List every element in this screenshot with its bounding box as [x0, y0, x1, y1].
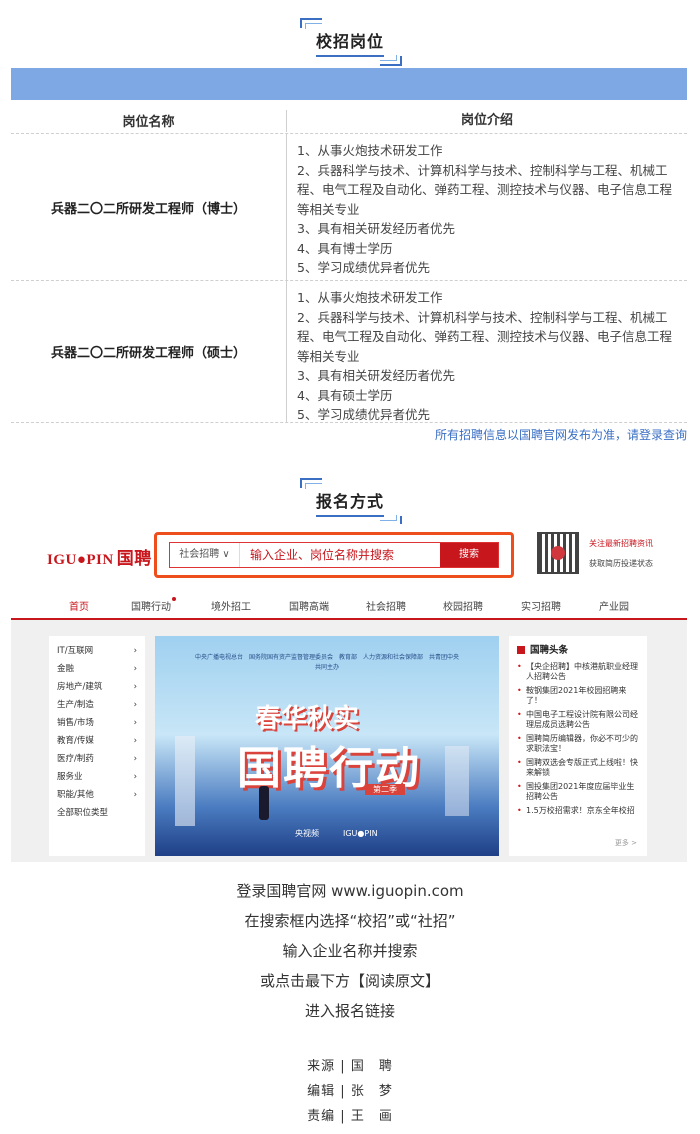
position-name: 兵器二〇二所研发工程师（硕士） [50, 346, 246, 361]
nav-campus[interactable]: 校园招聘 [443, 598, 483, 613]
news-item[interactable]: 中国电子工程设计院有限公司经理层成员选聘公告 [517, 710, 639, 730]
instruction-line: 或点击最下方【阅读原文】 [259, 972, 440, 990]
search-input[interactable]: 输入企业、岗位名称并搜索 [250, 543, 394, 567]
credit-editor: 编辑 | 张 梦 [307, 1084, 393, 1099]
desc-line: 3、具有相关研发经历者优先 [297, 368, 455, 383]
news-item[interactable]: 国聘简历编辑器，你必不可少的求职法宝！ [517, 734, 639, 754]
position-description: 1、从事火炮技术研发工作 2、兵器科学与技术、计算机科学与技术、控制科学与工程、… [286, 134, 687, 280]
credit-chief-editor: 责编 | 王 画 [307, 1109, 393, 1124]
chevron-right-icon: › [133, 700, 137, 710]
news-more-link[interactable]: 更多 > [615, 838, 637, 848]
chevron-right-icon: › [133, 718, 137, 728]
position-name: 兵器二〇二所研发工程师（博士） [50, 201, 246, 217]
news-icon [517, 646, 525, 654]
category-item[interactable]: 服务业 › [57, 768, 137, 786]
chevron-right-icon: › [133, 790, 137, 800]
desc-line: 1、从事火炮技术研发工作 [297, 143, 443, 158]
nav-home[interactable]: 首页 [69, 598, 89, 613]
category-item[interactable]: 生产/制造 › [57, 696, 137, 714]
category-item[interactable]: 销售/市场 › [57, 714, 137, 732]
instruction-line: 进入报名链接 [304, 1002, 395, 1020]
positions-table: 岗位名称 岗位介绍 兵器二〇二所研发工程师（博士） 1、从事火炮技术研发工作 2… [11, 108, 687, 423]
instruction-line: 输入企业名称并搜索 [282, 942, 418, 960]
banner-headline-1: 春华秋实 [255, 704, 360, 734]
nav-highend[interactable]: 国聘高端 [289, 598, 329, 613]
blue-banner-bar [11, 68, 687, 100]
table-row: 兵器二〇二所研发工程师（博士） 1、从事火炮技术研发工作 2、兵器科学与技术、计… [11, 134, 687, 281]
site-logo: IGU●PIN 国聘 [47, 549, 152, 568]
category-item-all[interactable]: 全部职位类型 [57, 804, 137, 822]
instruction-line: 登录国聘官网 www.iguopin.com [236, 882, 464, 900]
desc-line: 2、兵器科学与技术、计算机科学与技术、控制科学与工程、机械工程、电气工程及自动化… [297, 309, 673, 364]
banner-season: 第二季 [365, 784, 405, 795]
site-header: IGU●PIN 国聘 社会招聘 ∨ 输入企业、岗位名称并搜索 搜索 关注最新招聘资… [11, 524, 687, 590]
category-item[interactable]: IT/互联网 › [57, 642, 137, 660]
qr-code-icon [537, 532, 579, 574]
qr-caption-2: 获取简历投递状态 [589, 559, 653, 568]
chevron-right-icon: › [133, 772, 137, 782]
news-item[interactable]: 国投集团2021年度应届毕业生招聘公告 [517, 782, 639, 802]
nav-overseas[interactable]: 境外招工 [211, 598, 251, 613]
chevron-right-icon: › [133, 646, 137, 656]
website-screenshot: IGU●PIN 国聘 社会招聘 ∨ 输入企业、岗位名称并搜索 搜索 关注最新招聘资… [11, 524, 687, 862]
chevron-right-icon: › [133, 736, 137, 746]
site-nav: 首页 国聘行动 境外招工 国聘高端 社会招聘 校园招聘 实习招聘 产业园 [11, 590, 687, 620]
recruit-type-select[interactable]: 社会招聘 ∨ [170, 543, 240, 567]
desc-line: 4、具有博士学历 [297, 240, 393, 256]
desc-line: 5、学习成绩优异者优先 [297, 407, 430, 422]
desc-line: 4、具有硕士学历 [297, 387, 393, 403]
category-list: IT/互联网 › 金融 › 房地产/建筑 › 生产/制造 › 销售/市场 › 教育/传媒 ›… [49, 636, 145, 856]
category-item[interactable]: 教育/传媒 › [57, 732, 137, 750]
banner-sub: 共同主办 [314, 664, 339, 671]
banner-organizers: 中央广播电视总台 国务院国有资产监督管理委员会 教育部 人力资源和社会保障部 共… [194, 654, 459, 661]
qr-caption-1: 关注最新招聘资讯 [589, 539, 653, 548]
news-item[interactable]: 国聘双选会专版正式上线啦！快来解锁 [517, 758, 639, 778]
person-silhouette-icon [259, 786, 269, 820]
table-row: 兵器二〇二所研发工程师（硕士） 1、从事火炮技术研发工作 2、兵器科学与技术、计… [11, 281, 687, 423]
table-header: 岗位名称 岗位介绍 [11, 108, 687, 134]
news-header: 国聘头条 [517, 642, 639, 656]
search-box[interactable]: 社会招聘 ∨ 输入企业、岗位名称并搜索 搜索 [169, 542, 499, 568]
news-panel: 国聘头条 【央企招聘】中核港航职业经理人招聘公告 鞍钢集团2021年校园招聘来了… [509, 636, 647, 856]
nav-intern[interactable]: 实习招聘 [521, 598, 561, 613]
section-title-text: 报名方式 [315, 492, 384, 511]
nav-park[interactable]: 产业园 [599, 598, 629, 613]
search-highlight-frame: 社会招聘 ∨ 输入企业、岗位名称并搜索 搜索 [154, 532, 514, 578]
recruitment-note: 所有招聘信息以国聘官网发布为准，请登录查询 [434, 428, 687, 442]
category-item[interactable]: 房地产/建筑 › [57, 678, 137, 696]
header-position-intro: 岗位介绍 [286, 109, 687, 132]
promo-banner[interactable]: 中央广播电视总台 国务院国有资产监督管理委员会 教育部 人力资源和社会保障部 共… [155, 636, 499, 856]
section-title-positions: 校招岗位 [0, 18, 700, 66]
section-title-text: 校招岗位 [315, 32, 384, 51]
building-shape [445, 746, 469, 816]
search-button[interactable]: 搜索 [440, 543, 498, 567]
credit-source: 来源 | 国 聘 [307, 1059, 393, 1074]
desc-line: 2、兵器科学与技术、计算机科学与技术、控制科学与工程、机械工程、电气工程及自动化… [297, 162, 673, 217]
header-position-name: 岗位名称 [122, 115, 175, 130]
nav-social[interactable]: 社会招聘 [366, 598, 406, 613]
banner-logos: 央视频 IGU●PIN [295, 829, 378, 838]
desc-line: 5、学习成绩优异者优先 [297, 260, 430, 275]
building-shape [175, 736, 195, 826]
category-item[interactable]: 医疗/制药 › [57, 750, 137, 768]
instruction-line: 在搜索框内选择“校招”或“社招” [244, 912, 456, 930]
new-dot-icon [172, 597, 176, 601]
section-title-apply: 报名方式 [0, 478, 700, 526]
news-item[interactable]: 1.5万校招需求！京东全年校招 [517, 806, 639, 816]
news-item[interactable]: 【央企招聘】中核港航职业经理人招聘公告 [517, 662, 639, 682]
desc-line: 3、具有相关研发经历者优先 [297, 221, 455, 236]
position-description: 1、从事火炮技术研发工作 2、兵器科学与技术、计算机科学与技术、控制科学与工程、… [286, 281, 687, 422]
category-item[interactable]: 职能/其他 › [57, 786, 137, 804]
nav-action[interactable]: 国聘行动 [131, 598, 171, 613]
chevron-right-icon: › [133, 682, 137, 692]
category-item[interactable]: 金融 › [57, 660, 137, 678]
chevron-right-icon: › [133, 754, 137, 764]
news-item[interactable]: 鞍钢集团2021年校园招聘来了！ [517, 686, 639, 706]
chevron-right-icon: › [133, 664, 137, 674]
desc-line: 1、从事火炮技术研发工作 [297, 290, 443, 305]
